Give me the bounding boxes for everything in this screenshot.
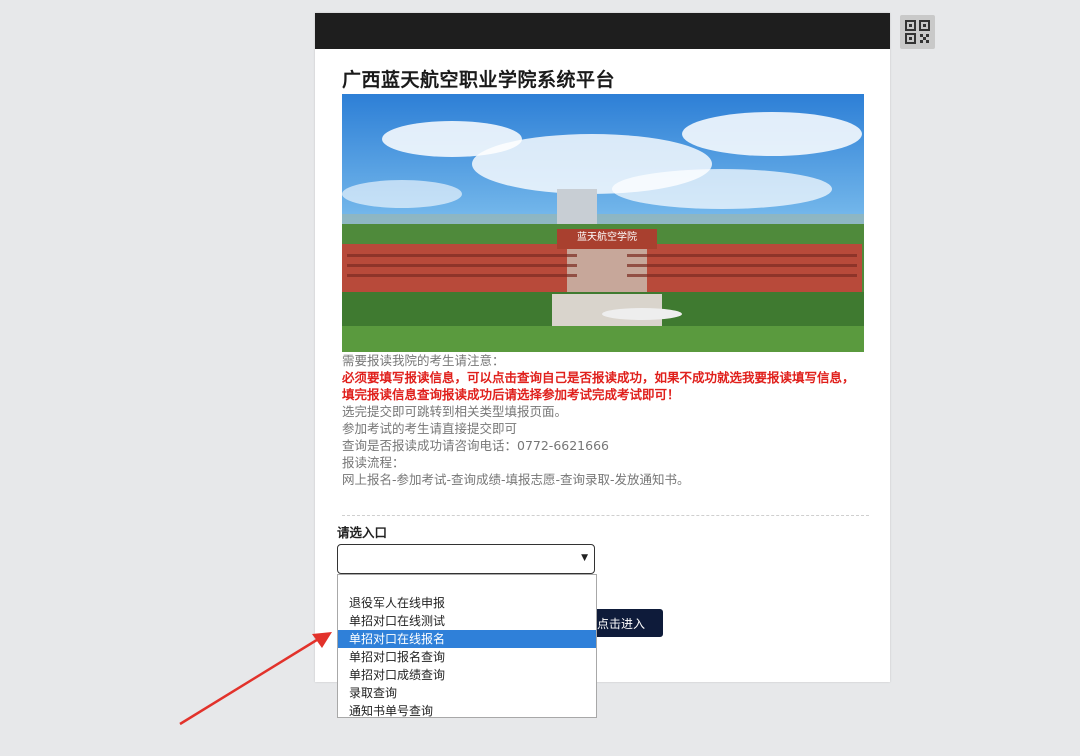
dropdown-option[interactable]: 录取查询	[338, 684, 596, 702]
dropdown-option[interactable]: 退役军人在线申报	[338, 594, 596, 612]
qr-code-icon[interactable]	[900, 15, 935, 49]
page-title: 广西蓝天航空职业学院系统平台	[342, 69, 616, 91]
top-bar	[315, 13, 890, 49]
notice-line-important: 填完报读信息查询报读成功后请选择参加考试完成考试即可！	[342, 387, 680, 402]
dropdown-option[interactable]: 单招对口在线测试	[338, 612, 596, 630]
notice-line-important: 必须要填写报读信息，可以点击查询自己是否报读成功，如果不成功就选我要报读填写信息…	[342, 370, 855, 385]
banner-sign-text: 蓝天航空学院	[577, 230, 637, 243]
red-annotation-arrow	[179, 632, 332, 726]
dropdown-option-blank[interactable]	[338, 575, 596, 594]
notice-line: 选完提交即可跳转到相关类型填报页面。	[342, 404, 568, 419]
divider	[342, 515, 869, 516]
notice-line: 参加考试的考生请直接提交即可	[342, 421, 518, 436]
dropdown-caret-icon: ▼	[581, 553, 588, 563]
entry-select[interactable]: ▼	[337, 544, 595, 574]
notice-line: 需要报读我院的考生请注意：	[342, 353, 505, 368]
notice-line: 查询是否报读成功请咨询电话：0772-6621666	[342, 438, 609, 453]
dropdown-option[interactable]: 通知书单号查询	[338, 702, 596, 720]
dropdown-option[interactable]: 单招对口成绩查询	[338, 666, 596, 684]
entry-dropdown-list[interactable]: 退役军人在线申报 单招对口在线测试 单招对口在线报名 单招对口报名查询 单招对口…	[337, 574, 597, 718]
campus-banner-image: 蓝天航空学院	[342, 94, 864, 352]
select-label: 请选入口	[337, 525, 388, 540]
dropdown-option-highlighted[interactable]: 单招对口在线报名	[338, 630, 596, 648]
dropdown-option[interactable]: 单招对口报名查询	[338, 648, 596, 666]
notice-block: 需要报读我院的考生请注意： 必须要填写报读信息，可以点击查询自己是否报读成功，如…	[342, 352, 864, 488]
notice-line: 报读流程：	[342, 455, 405, 470]
notice-line: 网上报名-参加考试-查询成绩-填报志愿-查询录取-发放通知书。	[342, 472, 690, 487]
